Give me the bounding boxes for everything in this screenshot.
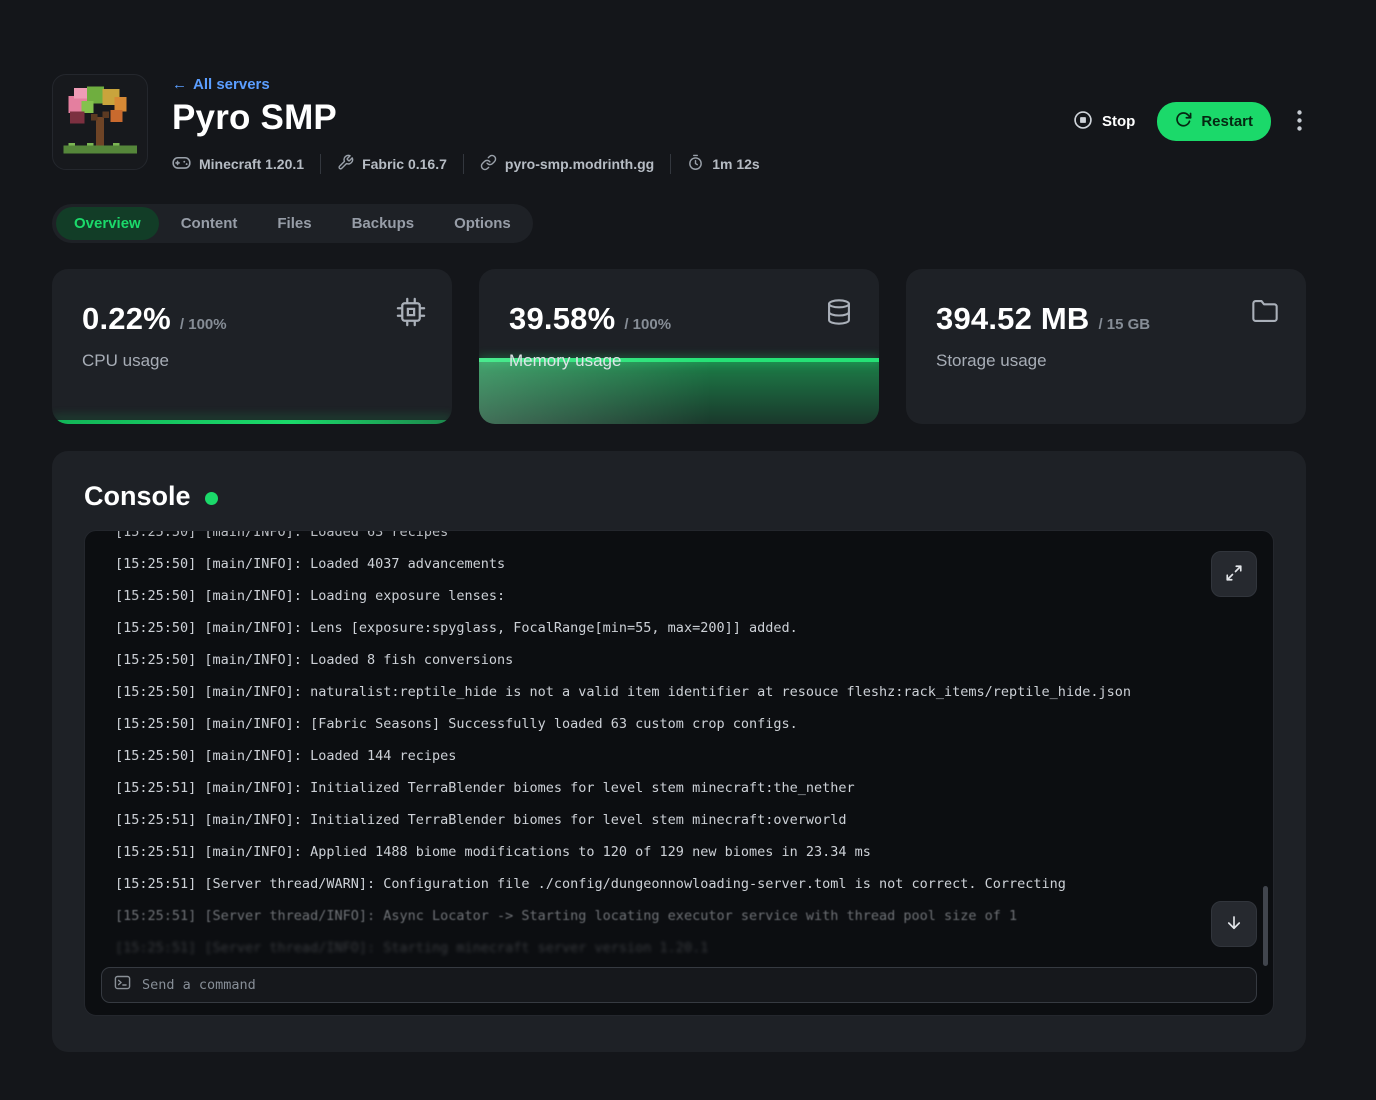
- memory-usage-limit: / 100%: [624, 316, 671, 333]
- cpu-usage-limit: / 100%: [180, 316, 227, 333]
- online-status-dot: [205, 492, 218, 505]
- server-page: ←All servers Pyro SMP Minecraft 1.20.1 F…: [0, 0, 1376, 1052]
- scroll-to-bottom-button[interactable]: [1211, 901, 1257, 947]
- memory-usage-label: Memory usage: [509, 351, 849, 371]
- cpu-icon: [396, 297, 426, 332]
- server-icon: [52, 74, 148, 170]
- expand-icon: [1225, 564, 1243, 585]
- cpu-usage-card: 0.22% / 100% CPU usage: [52, 269, 452, 424]
- database-icon: [825, 297, 853, 332]
- stop-icon: [1073, 110, 1093, 134]
- tab-content[interactable]: Content: [163, 207, 256, 240]
- console-title: Console: [84, 481, 191, 512]
- server-meta-row: Minecraft 1.20.1 Fabric 0.16.7 pyro-smp.…: [172, 154, 760, 174]
- storage-usage-label: Storage usage: [936, 351, 1276, 371]
- server-address[interactable]: pyro-smp.modrinth.gg: [480, 154, 654, 174]
- server-header: ←All servers Pyro SMP Minecraft 1.20.1 F…: [52, 74, 1306, 174]
- storage-usage-limit: / 15 GB: [1098, 316, 1150, 333]
- arrow-down-icon: [1225, 914, 1243, 935]
- cpu-usage-bar: [52, 420, 452, 424]
- divider: [463, 154, 464, 174]
- more-options-button[interactable]: [1293, 106, 1306, 138]
- console-line: [15:25:51] [main/INFO]: Applied 1488 bio…: [115, 836, 1193, 868]
- command-input-wrapper: [101, 967, 1257, 1003]
- console-line: [15:25:50] [main/INFO]: Loaded 144 recip…: [115, 740, 1193, 772]
- loader-version: Fabric 0.16.7: [337, 154, 447, 174]
- console-line: [15:25:50] [main/INFO]: [Fabric Seasons]…: [115, 708, 1193, 740]
- console-line: [15:25:50] [main/INFO]: Loaded 8 fish co…: [115, 644, 1193, 676]
- kebab-menu-icon: [1297, 119, 1302, 134]
- console-line: [15:25:50] [main/INFO]: naturalist:repti…: [115, 676, 1193, 708]
- console-line: [15:25:51] [Server thread/INFO]: Startin…: [115, 932, 1193, 964]
- console-log: [15:25:50] [main/INFO]: Loaded 63 recipe…: [85, 530, 1273, 964]
- console-line: [15:25:51] [Server thread/INFO]: Async L…: [115, 900, 1193, 932]
- terminal-icon: [114, 974, 131, 996]
- storage-usage-value: 394.52 MB: [936, 301, 1089, 337]
- minecraft-version: Minecraft 1.20.1: [172, 155, 304, 173]
- memory-usage-card: 39.58% / 100% Memory usage: [479, 269, 879, 424]
- command-input[interactable]: [142, 977, 1244, 993]
- memory-usage-value: 39.58%: [509, 301, 615, 337]
- restart-button[interactable]: Restart: [1157, 102, 1271, 141]
- expand-console-button[interactable]: [1211, 551, 1257, 597]
- console-line: [15:25:51] [main/INFO]: Initialized Terr…: [115, 772, 1193, 804]
- divider: [670, 154, 671, 174]
- wrench-icon: [337, 154, 354, 174]
- back-to-all-servers-link[interactable]: ←All servers: [172, 76, 270, 93]
- tab-files[interactable]: Files: [259, 207, 329, 240]
- console-line: [15:25:50] [main/INFO]: Loaded 4037 adva…: [115, 548, 1193, 580]
- uptime: 1m 12s: [687, 154, 759, 174]
- tab-backups[interactable]: Backups: [334, 207, 433, 240]
- console-line: [15:25:50] [main/INFO]: Loading exposure…: [115, 580, 1193, 612]
- timer-icon: [687, 154, 704, 174]
- cpu-usage-value: 0.22%: [82, 301, 171, 337]
- server-actions: Stop Restart: [1073, 102, 1306, 141]
- server-info: ←All servers Pyro SMP Minecraft 1.20.1 F…: [172, 74, 760, 174]
- console-output[interactable]: [15:25:50] [main/INFO]: Loaded 63 recipe…: [84, 530, 1274, 1016]
- console-panel: Console [15:25:50] [main/INFO]: Loaded 6…: [52, 451, 1306, 1052]
- console-line: [15:25:50] [main/INFO]: Lens [exposure:s…: [115, 612, 1193, 644]
- gamepad-icon: [172, 155, 191, 173]
- tab-options[interactable]: Options: [436, 207, 529, 240]
- stop-button[interactable]: Stop: [1073, 110, 1135, 134]
- tab-overview[interactable]: Overview: [56, 207, 159, 240]
- console-line: [15:25:51] [Server thread/WARN]: Configu…: [115, 868, 1193, 900]
- console-line: [15:25:51] [main/INFO]: Initialized Terr…: [115, 804, 1193, 836]
- console-line: [15:25:50] [main/INFO]: Loaded 63 recipe…: [115, 530, 1193, 548]
- back-arrow-icon: ←: [172, 76, 187, 93]
- restart-icon: [1175, 111, 1192, 132]
- divider: [320, 154, 321, 174]
- cpu-usage-label: CPU usage: [82, 351, 422, 371]
- season-tree-image: [58, 80, 142, 164]
- console-scrollbar[interactable]: [1263, 886, 1268, 966]
- page-title: Pyro SMP: [172, 98, 760, 138]
- storage-usage-card: 394.52 MB / 15 GB Storage usage: [906, 269, 1306, 424]
- stat-cards: 0.22% / 100% CPU usage 39.58% / 100% Mem…: [52, 269, 1306, 424]
- link-icon: [480, 154, 497, 174]
- tab-bar: Overview Content Files Backups Options: [52, 204, 533, 243]
- folder-icon: [1250, 297, 1280, 330]
